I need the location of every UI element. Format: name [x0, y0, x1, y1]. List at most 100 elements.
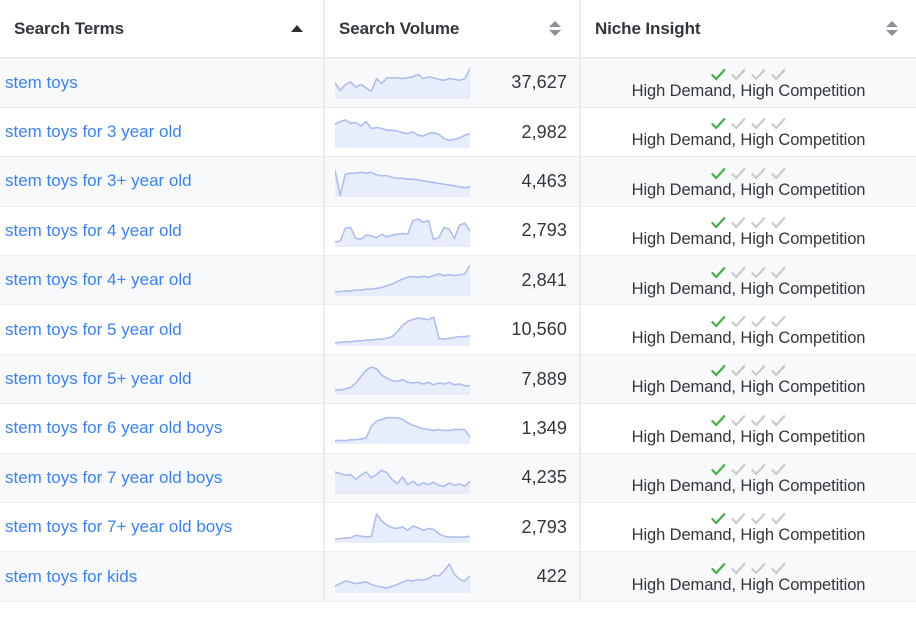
- check-icon-active: [711, 167, 726, 181]
- sort-both-icon[interactable]: [549, 21, 561, 36]
- search-volume-value: 422: [536, 566, 567, 587]
- cell-niche-insight: High Demand, High Competition: [580, 255, 916, 306]
- niche-rating-checks: [711, 560, 786, 576]
- search-volume-value: 4,235: [521, 467, 567, 488]
- niche-rating-checks: [711, 461, 786, 477]
- check-icon-inactive: [771, 512, 786, 526]
- check-icon-active: [711, 117, 726, 131]
- search-volume-sparkline: [335, 63, 470, 103]
- check-icon-inactive: [751, 315, 766, 329]
- cell-search-volume: 2,982: [324, 107, 581, 158]
- check-icon-inactive: [731, 68, 746, 82]
- search-term-link[interactable]: stem toys for kids: [5, 567, 137, 586]
- cell-search-term: stem toys for 6 year old boys: [0, 403, 325, 454]
- table-header: Search Terms Search Volume Niche Insight: [0, 0, 916, 59]
- search-volume-value: 10,560: [511, 319, 567, 340]
- table-row[interactable]: stem toys for 5+ year old 7,889 High Dema…: [0, 354, 916, 405]
- check-icon-active: [711, 562, 726, 576]
- search-volume-sparkline: [335, 161, 470, 201]
- search-volume-value: 2,793: [521, 220, 567, 241]
- search-volume-sparkline: [335, 260, 470, 300]
- cell-search-volume: 7,889: [324, 354, 581, 405]
- search-volume-sparkline: [335, 112, 470, 152]
- check-icon-inactive: [751, 266, 766, 280]
- niche-insight-label: High Demand, High Competition: [631, 131, 866, 150]
- table-row[interactable]: stem toys for 3 year old 2,982 High Deman…: [0, 107, 916, 158]
- search-volume-sparkline: [335, 557, 470, 597]
- search-term-link[interactable]: stem toys for 6 year old boys: [5, 418, 222, 437]
- check-icon-inactive: [771, 315, 786, 329]
- cell-search-volume: 10,560: [324, 304, 581, 355]
- column-header-search-terms[interactable]: Search Terms: [0, 0, 325, 59]
- check-icon-active: [711, 315, 726, 329]
- check-icon-inactive: [751, 463, 766, 477]
- search-term-link[interactable]: stem toys: [5, 73, 78, 92]
- check-icon-active: [711, 414, 726, 428]
- search-volume-sparkline: [335, 359, 470, 399]
- niche-rating-checks: [711, 214, 786, 230]
- column-header-label-search-volume: Search Volume: [339, 18, 460, 38]
- table-row[interactable]: stem toys for kids 422 High Demand, High …: [0, 551, 916, 602]
- check-icon-inactive: [751, 364, 766, 378]
- check-icon-inactive: [771, 364, 786, 378]
- cell-niche-insight: High Demand, High Competition: [580, 58, 916, 108]
- cell-search-term: stem toys for 4+ year old: [0, 255, 325, 306]
- cell-niche-insight: High Demand, High Competition: [580, 304, 916, 355]
- table-row[interactable]: stem toys for 6 year old boys 1,349 High …: [0, 403, 916, 454]
- search-volume-sparkline: [335, 507, 470, 547]
- search-term-link[interactable]: stem toys for 5 year old: [5, 320, 182, 339]
- column-header-niche-insight[interactable]: Niche Insight: [580, 0, 916, 59]
- check-icon-inactive: [731, 364, 746, 378]
- sort-ascending-icon[interactable]: [291, 25, 303, 32]
- check-icon-inactive: [731, 463, 746, 477]
- check-icon-inactive: [771, 216, 786, 230]
- search-term-link[interactable]: stem toys for 4+ year old: [5, 270, 192, 289]
- check-icon-active: [711, 216, 726, 230]
- column-header-search-volume[interactable]: Search Volume: [324, 0, 581, 59]
- search-volume-value: 2,841: [521, 269, 567, 290]
- search-volume-value: 2,793: [521, 516, 567, 537]
- search-term-link[interactable]: stem toys for 4 year old: [5, 221, 182, 240]
- table-body: stem toys 37,627 High Demand, High Compet…: [0, 58, 916, 602]
- table-row[interactable]: stem toys for 4 year old 2,793 High Deman…: [0, 206, 916, 257]
- search-term-link[interactable]: stem toys for 7+ year old boys: [5, 517, 232, 536]
- cell-niche-insight: High Demand, High Competition: [580, 403, 916, 454]
- cell-niche-insight: High Demand, High Competition: [580, 453, 916, 504]
- table-row[interactable]: stem toys for 7 year old boys 4,235 High …: [0, 453, 916, 504]
- search-term-link[interactable]: stem toys for 7 year old boys: [5, 468, 222, 487]
- check-icon-inactive: [731, 266, 746, 280]
- cell-search-volume: 2,841: [324, 255, 581, 306]
- check-icon-inactive: [731, 117, 746, 131]
- check-icon-inactive: [751, 68, 766, 82]
- search-term-link[interactable]: stem toys for 3 year old: [5, 122, 182, 141]
- niche-insight-label: High Demand, High Competition: [631, 427, 866, 446]
- check-icon-active: [711, 512, 726, 526]
- table-row[interactable]: stem toys for 4+ year old 2,841 High Dema…: [0, 255, 916, 306]
- check-icon-inactive: [771, 167, 786, 181]
- table-row[interactable]: stem toys for 3+ year old 4,463 High Dema…: [0, 156, 916, 207]
- search-term-link[interactable]: stem toys for 3+ year old: [5, 171, 192, 190]
- table-row[interactable]: stem toys for 7+ year old boys 2,793 High…: [0, 502, 916, 553]
- niche-insight-label: High Demand, High Competition: [631, 279, 866, 298]
- check-icon-inactive: [751, 512, 766, 526]
- niche-rating-checks: [711, 362, 786, 378]
- check-icon-inactive: [771, 562, 786, 576]
- table-row[interactable]: stem toys 37,627 High Demand, High Compet…: [0, 58, 916, 108]
- search-volume-value: 7,889: [521, 368, 567, 389]
- table-row[interactable]: stem toys for 5 year old 10,560 High Dema…: [0, 304, 916, 355]
- niche-insight-label: High Demand, High Competition: [631, 328, 866, 347]
- niche-insight-label: High Demand, High Competition: [631, 230, 866, 249]
- check-icon-active: [711, 68, 726, 82]
- cell-niche-insight: High Demand, High Competition: [580, 107, 916, 158]
- cell-search-volume: 2,793: [324, 206, 581, 257]
- niche-insight-label: High Demand, High Competition: [631, 575, 866, 594]
- search-volume-value: 37,627: [511, 72, 567, 93]
- search-term-link[interactable]: stem toys for 5+ year old: [5, 369, 192, 388]
- cell-search-term: stem toys for 7+ year old boys: [0, 502, 325, 553]
- check-icon-inactive: [751, 414, 766, 428]
- sort-both-icon[interactable]: [886, 21, 898, 36]
- search-volume-sparkline: [335, 408, 470, 448]
- cell-search-term: stem toys for 5+ year old: [0, 354, 325, 405]
- check-icon-inactive: [771, 414, 786, 428]
- niche-rating-checks: [711, 264, 786, 280]
